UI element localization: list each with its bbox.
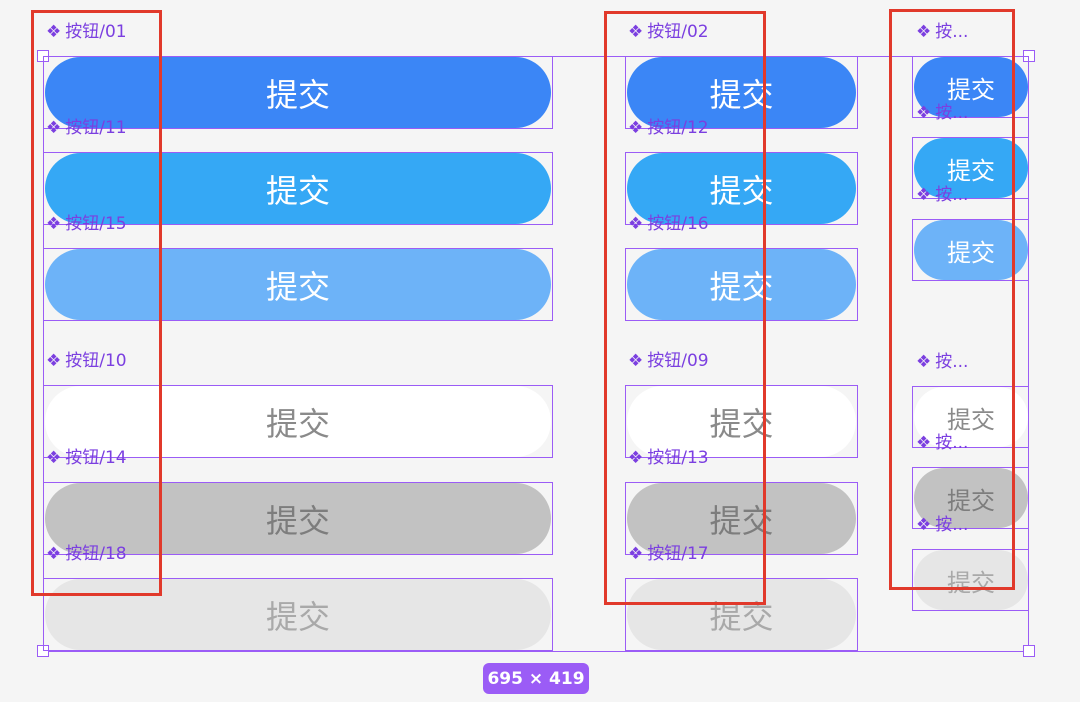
resize-handle-bottom-right[interactable] bbox=[1023, 645, 1035, 657]
highlight-box bbox=[31, 10, 162, 596]
dimension-badge: 695 × 419 bbox=[483, 663, 589, 694]
highlight-box bbox=[604, 11, 766, 605]
highlight-box bbox=[889, 9, 1015, 590]
selection-outline bbox=[43, 56, 1029, 652]
